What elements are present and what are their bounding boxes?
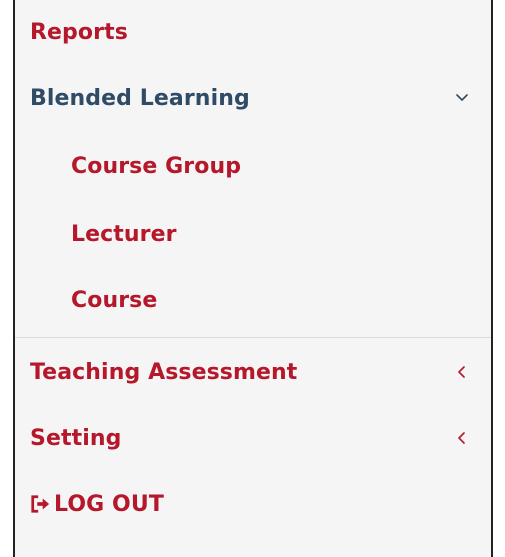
submenu-item-lecturer[interactable]: Lecturer (15, 214, 491, 254)
menu-item-blended-learning[interactable]: Blended Learning (15, 78, 491, 118)
submenu-item-label: Course Group (71, 153, 242, 179)
submenu-item-course-group[interactable]: Course Group (15, 146, 491, 186)
chevron-left-icon (455, 365, 469, 379)
logout-label: LOG OUT (54, 491, 164, 517)
menu-item-label: Reports (30, 19, 128, 45)
menu-item-label: Setting (30, 425, 122, 451)
divider (15, 337, 491, 338)
menu-item-setting[interactable]: Setting (15, 418, 491, 458)
submenu-item-label: Lecturer (71, 221, 177, 247)
submenu-item-course[interactable]: Course (15, 280, 491, 320)
submenu-item-label: Course (71, 287, 158, 313)
menu-item-teaching-assessment[interactable]: Teaching Assessment (15, 352, 491, 392)
sidebar-menu: Reports Blended Learning Course Group Le… (13, 0, 493, 557)
chevron-down-icon (455, 91, 469, 105)
logout-icon (30, 494, 50, 514)
menu-item-label: Blended Learning (30, 85, 250, 111)
menu-item-label: Teaching Assessment (30, 359, 298, 385)
menu-item-reports[interactable]: Reports (15, 12, 491, 52)
logout-button[interactable]: LOG OUT (15, 484, 491, 524)
chevron-left-icon (455, 431, 469, 445)
